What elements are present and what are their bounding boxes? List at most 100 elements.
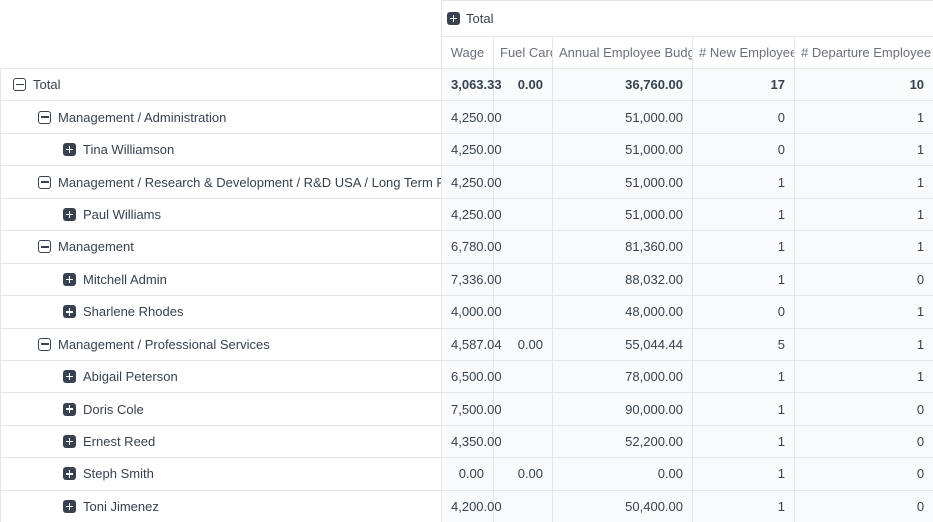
pivot-value-cell (494, 231, 553, 263)
pivot-value-cell: 4,587.04 (442, 328, 494, 360)
collapse-icon[interactable] (38, 240, 51, 253)
pivot-value-cell: 1 (693, 166, 795, 198)
pivot-value-cell: 10 (795, 69, 933, 101)
expand-icon[interactable] (63, 370, 76, 383)
pivot-value-cell (494, 393, 553, 425)
pivot-row: Abigail Peterson 6,500.00 78,000.00 1 1 (1, 360, 933, 392)
row-header-cell[interactable]: Management / Administration (1, 101, 442, 133)
measure-header-row: Wage Fuel Card Annual Employee Budget # … (1, 37, 933, 69)
row-header-cell[interactable]: Total (1, 69, 442, 101)
collapse-icon[interactable] (38, 338, 51, 351)
pivot-value-cell: 4,250.00 (442, 101, 494, 133)
row-header-cell[interactable]: Ernest Reed (1, 425, 442, 457)
expand-icon[interactable] (63, 305, 76, 318)
pivot-value-cell: 0 (795, 458, 933, 490)
row-label: Paul Williams (83, 207, 161, 222)
pivot-value-cell: 1 (795, 231, 933, 263)
expand-icon[interactable] (63, 435, 76, 448)
row-label: Management (58, 239, 134, 254)
pivot-row: Toni Jimenez 4,200.00 50,400.00 1 0 (1, 490, 933, 522)
pivot-value-cell: 0 (795, 263, 933, 295)
pivot-value-cell: 7,336.00 (442, 263, 494, 295)
pivot-value-cell: 1 (795, 360, 933, 392)
pivot-value-cell: 48,000.00 (553, 296, 693, 328)
expand-icon[interactable] (63, 208, 76, 221)
pivot-value-cell (494, 296, 553, 328)
pivot-value-cell: 1 (795, 166, 933, 198)
expand-icon[interactable] (63, 273, 76, 286)
row-label: Ernest Reed (83, 434, 155, 449)
pivot-row: Ernest Reed 4,350.00 52,200.00 1 0 (1, 425, 933, 457)
column-group-header-total[interactable]: Total (442, 1, 933, 37)
measure-header-departure-employee[interactable]: # Departure Employee (795, 37, 933, 69)
row-header-cell[interactable]: Steph Smith (1, 458, 442, 490)
pivot-value-cell: 50,400.00 (553, 490, 693, 522)
row-header-cell[interactable]: Doris Cole (1, 393, 442, 425)
row-label: Mitchell Admin (83, 272, 167, 287)
collapse-icon[interactable] (13, 78, 26, 91)
pivot-value-cell: 78,000.00 (553, 360, 693, 392)
pivot-body: Total 3,063.33 0.00 36,760.00 17 10 Mana… (1, 69, 933, 522)
expand-icon[interactable] (63, 143, 76, 156)
row-header-cell[interactable]: Management / Research & Development / R&… (1, 166, 442, 198)
row-label: Toni Jimenez (83, 499, 159, 514)
pivot-value-cell: 1 (795, 133, 933, 165)
pivot-value-cell: 0 (693, 101, 795, 133)
pivot-value-cell (494, 425, 553, 457)
pivot-value-cell (494, 198, 553, 230)
row-header-cell[interactable]: Paul Williams (1, 198, 442, 230)
pivot-row: Mitchell Admin 7,336.00 88,032.00 1 0 (1, 263, 933, 295)
pivot-value-cell: 6,780.00 (442, 231, 494, 263)
measure-header-wage[interactable]: Wage (442, 37, 494, 69)
pivot-row: Doris Cole 7,500.00 90,000.00 1 0 (1, 393, 933, 425)
pivot-row: Management / Administration 4,250.00 51,… (1, 101, 933, 133)
row-label: Total (33, 77, 60, 92)
pivot-value-cell: 5 (693, 328, 795, 360)
pivot-value-cell: 0.00 (442, 458, 494, 490)
collapse-icon[interactable] (38, 176, 51, 189)
pivot-value-cell: 1 (693, 458, 795, 490)
row-header-cell[interactable]: Tina Williamson (1, 133, 442, 165)
measure-header-annual-employee-budget[interactable]: Annual Employee Budget (553, 37, 693, 69)
pivot-table: Total Wage Fuel Card Annual Employee Bud… (0, 0, 933, 522)
row-header-cell[interactable]: Sharlene Rhodes (1, 296, 442, 328)
expand-icon[interactable] (63, 467, 76, 480)
measure-header-fuel-card[interactable]: Fuel Card (494, 37, 553, 69)
pivot-value-cell (494, 360, 553, 392)
pivot-value-cell: 7,500.00 (442, 393, 494, 425)
pivot-value-cell: 4,250.00 (442, 198, 494, 230)
pivot-value-cell: 51,000.00 (553, 101, 693, 133)
row-header-cell[interactable]: Toni Jimenez (1, 490, 442, 522)
expand-icon[interactable] (63, 500, 76, 513)
pivot-value-cell: 1 (795, 198, 933, 230)
pivot-value-cell (494, 166, 553, 198)
pivot-value-cell: 4,250.00 (442, 133, 494, 165)
collapse-icon[interactable] (38, 111, 51, 124)
row-label: Management / Administration (58, 110, 226, 125)
measure-header-new-employees[interactable]: # New Employees (693, 37, 795, 69)
row-header-cell[interactable]: Abigail Peterson (1, 360, 442, 392)
pivot-value-cell: 6,500.00 (442, 360, 494, 392)
row-header-cell[interactable]: Management / Professional Services (1, 328, 442, 360)
pivot-value-cell: 51,000.00 (553, 133, 693, 165)
row-label: Management / Professional Services (58, 337, 270, 352)
pivot-value-cell: 1 (693, 231, 795, 263)
row-header-cell[interactable]: Management (1, 231, 442, 263)
expand-icon[interactable] (447, 12, 460, 25)
pivot-value-cell: 55,044.44 (553, 328, 693, 360)
pivot-value-cell: 90,000.00 (553, 393, 693, 425)
pivot-value-cell: 52,200.00 (553, 425, 693, 457)
row-label: Steph Smith (83, 466, 154, 481)
pivot-value-cell: 0 (795, 490, 933, 522)
pivot-value-cell: 4,000.00 (442, 296, 494, 328)
pivot-row: Steph Smith 0.00 0.00 0.00 1 0 (1, 458, 933, 490)
pivot-row: Management / Professional Services 4,587… (1, 328, 933, 360)
pivot-value-cell: 1 (795, 296, 933, 328)
expand-icon[interactable] (63, 403, 76, 416)
pivot-value-cell: 1 (693, 425, 795, 457)
pivot-value-cell: 3,063.33 (442, 69, 494, 101)
pivot-value-cell (494, 101, 553, 133)
row-header-cell[interactable]: Mitchell Admin (1, 263, 442, 295)
pivot-value-cell: 36,760.00 (553, 69, 693, 101)
pivot-row: Total 3,063.33 0.00 36,760.00 17 10 (1, 69, 933, 101)
